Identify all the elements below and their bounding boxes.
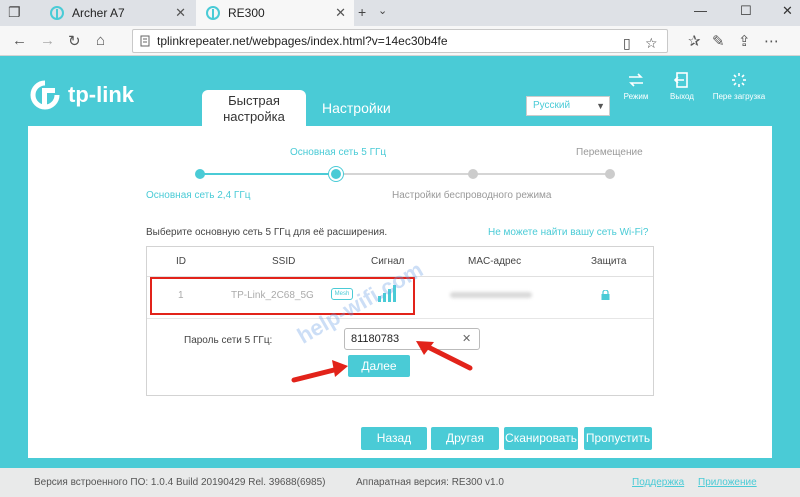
column-header-ssid: SSID — [272, 256, 296, 267]
lock-icon — [601, 290, 610, 300]
url-text: tplinkrepeater.net/webpages/index.html?v… — [157, 34, 448, 48]
scan-button[interactable]: Сканировать — [504, 427, 578, 450]
step-dot-24ghz — [195, 169, 205, 179]
tp-link-favicon-icon — [206, 6, 220, 20]
language-value: Русский — [533, 100, 571, 111]
column-header-id: ID — [176, 256, 186, 267]
maximize-icon[interactable]: ☐ — [740, 3, 752, 19]
pen-icon[interactable]: ✎ — [712, 32, 725, 50]
reading-view-icon[interactable]: ▯ — [623, 32, 631, 54]
mode-label: Режим — [623, 92, 649, 101]
reboot-icon — [732, 73, 746, 87]
language-select[interactable]: Русский ▼ — [526, 96, 610, 116]
logout-label: Выход — [670, 92, 694, 101]
tp-link-logo: tp-link — [28, 80, 134, 110]
mode-icon — [629, 73, 643, 87]
step-label-roaming: Перемещение — [576, 147, 643, 158]
info-icon — [140, 35, 150, 47]
step-label-24ghz: Основная сеть 2,4 ГГц — [146, 190, 251, 201]
skip-button[interactable]: Пропустить — [584, 427, 652, 450]
reboot-label: Пере загрузка — [712, 92, 766, 101]
share-icon[interactable]: ⇪ — [738, 32, 751, 50]
tp-link-favicon-icon — [50, 6, 64, 20]
step-label-wireless: Настройки беспроводного режима — [392, 190, 552, 201]
url-field[interactable]: tplinkrepeater.net/webpages/index.html?v… — [132, 29, 668, 53]
support-link[interactable]: Поддержка — [632, 468, 684, 497]
back-icon[interactable]: ← — [12, 32, 27, 49]
forward-icon[interactable]: → — [40, 32, 55, 49]
step-label-5ghz: Основная сеть 5 ГГц — [290, 147, 387, 158]
tab-quick-setup-line1: Быстрая — [228, 93, 280, 108]
new-tab-icon[interactable]: + — [358, 4, 366, 20]
more-icon[interactable]: ⋯ — [764, 32, 779, 50]
tab-list-icon[interactable]: ⌄ — [378, 4, 387, 17]
password-value: 81180783 — [351, 333, 400, 345]
refresh-icon[interactable]: ↻ — [68, 32, 81, 50]
mac-address-blurred — [450, 292, 532, 298]
tab-actions-icon[interactable]: ❐ — [8, 4, 21, 21]
brand-name: tp-link — [68, 82, 134, 107]
tab-quick-setup-line2: настройка — [223, 109, 285, 124]
close-window-icon[interactable]: ✕ — [782, 3, 793, 19]
chevron-down-icon: ▼ — [596, 101, 605, 111]
favorites-list-icon[interactable]: ✰ — [688, 32, 701, 50]
firmware-version: Версия встроенного ПО: 1.0.4 Build 20190… — [34, 477, 326, 488]
other-button[interactable]: Другая — [431, 427, 499, 450]
choose-network-prompt: Выберите основную сеть 5 ГГц для её расш… — [146, 227, 388, 238]
step-progress-line — [200, 173, 336, 175]
step-dot-5ghz — [329, 167, 343, 181]
arrow-annotation-next-icon — [291, 360, 348, 383]
logout-button[interactable]: Выход — [660, 72, 704, 101]
arrow-annotation-password-icon — [416, 341, 473, 371]
hardware-version: Аппаратная версия: RE300 v1.0 — [356, 477, 504, 488]
minimize-icon[interactable]: — — [694, 3, 707, 18]
logout-icon — [673, 72, 688, 88]
password-label: Пароль сети 5 ГГц: — [184, 335, 273, 346]
next-button[interactable]: Далее — [348, 355, 410, 377]
app-link[interactable]: Приложение — [698, 468, 757, 497]
tp-link-logo-icon — [30, 80, 60, 110]
reboot-button[interactable]: Пере загрузка — [706, 72, 772, 101]
cant-find-network-link[interactable]: Не можете найти вашу сеть Wi-Fi? — [488, 227, 648, 238]
home-icon[interactable]: ⌂ — [96, 32, 105, 49]
browser-tab-bar: ❐ Archer A7 ✕ RE300 ✕ + ⌄ — ☐ ✕ — [0, 0, 800, 26]
back-button[interactable]: Назад — [361, 427, 427, 450]
tab-quick-setup[interactable]: Быстрая настройка — [202, 90, 306, 126]
row-divider — [147, 318, 653, 319]
mode-button[interactable]: Режим — [614, 72, 658, 101]
browser-tab-archer[interactable]: Archer A7 ✕ — [28, 0, 194, 26]
close-tab-icon[interactable]: ✕ — [335, 5, 346, 21]
step-dot-wireless — [468, 169, 478, 179]
browser-tab-re300[interactable]: RE300 ✕ — [196, 0, 354, 26]
close-tab-icon[interactable]: ✕ — [175, 5, 186, 21]
footer: Версия встроенного ПО: 1.0.4 Build 20190… — [0, 468, 800, 497]
column-header-mac: MAC-адрес — [468, 256, 522, 267]
tab-title: Archer A7 — [72, 6, 125, 20]
address-bar: ← → ↻ ⌂ tplinkrepeater.net/webpages/inde… — [0, 26, 800, 56]
favorite-star-icon[interactable]: ☆ — [645, 32, 658, 54]
column-header-security: Защита — [591, 256, 627, 267]
step-dot-roaming — [605, 169, 615, 179]
tab-title: RE300 — [228, 6, 265, 20]
